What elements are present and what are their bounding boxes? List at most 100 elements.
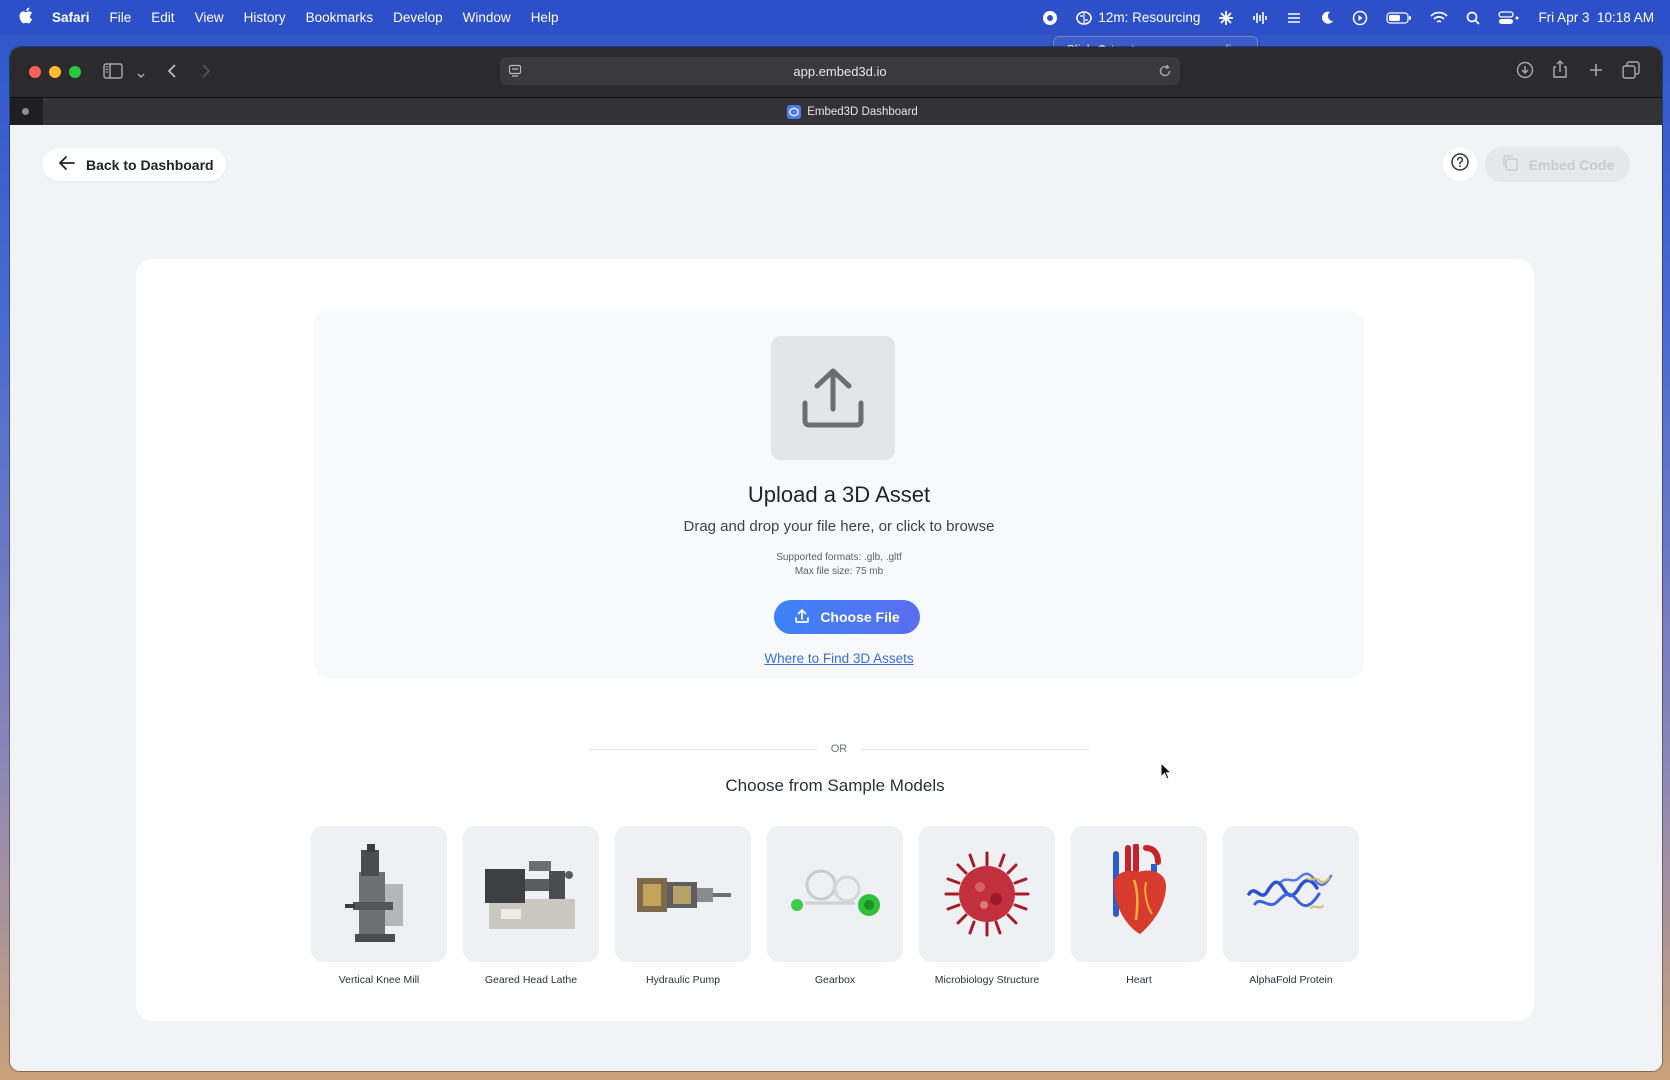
where-link-text[interactable]: Where to Find 3D Assets xyxy=(764,651,913,666)
choose-file-button[interactable]: Choose File xyxy=(774,600,920,634)
sample-models-title: Choose from Sample Models xyxy=(725,776,945,795)
sample-label: Vertical Knee Mill xyxy=(338,974,420,986)
back-to-dashboard-button[interactable]: Back to Dashboard xyxy=(42,148,226,181)
sample-geared-head-lathe[interactable]: Geared Head Lathe xyxy=(463,826,599,986)
arrow-left-icon xyxy=(58,155,76,174)
upload-illustration xyxy=(771,336,895,460)
gearbox-icon[interactable] xyxy=(767,826,903,962)
forward-nav-icon[interactable] xyxy=(200,63,212,84)
menu-view[interactable]: View xyxy=(195,10,224,25)
window-controls xyxy=(29,66,81,78)
upload-subtitle: Drag and drop your file here, or click t… xyxy=(683,518,995,535)
tab-bar: Embed3D Dashboard xyxy=(10,97,1662,126)
mill-icon[interactable] xyxy=(311,826,447,962)
divider-line-right xyxy=(861,748,1089,750)
menu-edit[interactable]: Edit xyxy=(151,10,174,25)
close-window-button[interactable] xyxy=(29,66,41,78)
sample-gearbox[interactable]: Gearbox xyxy=(767,826,903,986)
sample-hydraulic-pump[interactable]: Hydraulic Pump xyxy=(615,826,751,986)
copy-icon xyxy=(1501,154,1519,175)
menu-history[interactable]: History xyxy=(244,10,286,25)
share-icon[interactable] xyxy=(1552,59,1568,84)
back-nav-icon[interactable] xyxy=(166,63,178,84)
divider-line-left xyxy=(589,748,817,750)
sparkle-icon[interactable] xyxy=(1218,10,1234,26)
apple-menu-icon[interactable] xyxy=(0,7,52,29)
upload-card: Upload a 3D Asset Drag and drop your fil… xyxy=(136,259,1534,1021)
new-tab-icon[interactable] xyxy=(1588,62,1604,83)
sample-heart[interactable]: Heart xyxy=(1071,826,1207,986)
sample-label: Geared Head Lathe xyxy=(484,974,578,986)
or-divider: OR xyxy=(589,742,1089,756)
upload-icon xyxy=(794,608,810,627)
heart-icon[interactable] xyxy=(1071,826,1207,962)
menu-file[interactable]: File xyxy=(110,10,132,25)
focus-timer-status[interactable]: 12m: Resourcing xyxy=(1076,10,1200,25)
menu-bookmarks[interactable]: Bookmarks xyxy=(306,10,374,25)
url-text: app.embed3d.io xyxy=(793,63,887,79)
sample-alphafold-protein[interactable]: AlphaFold Protein xyxy=(1223,826,1359,986)
lathe-icon[interactable] xyxy=(463,826,599,962)
help-button[interactable] xyxy=(1443,147,1477,181)
pump-icon[interactable] xyxy=(615,826,751,962)
reload-icon[interactable] xyxy=(1158,64,1172,81)
sample-vertical-knee-mill[interactable]: Vertical Knee Mill xyxy=(311,826,447,986)
spotlight-search-icon[interactable] xyxy=(1466,11,1481,25)
macos-menubar: Safari File Edit View History Bookmarks … xyxy=(0,0,1670,35)
brain-icon xyxy=(1076,10,1093,25)
sample-label: Microbiology Structure xyxy=(934,974,1040,986)
downloads-icon[interactable] xyxy=(1516,61,1534,84)
sidebar-toggle-icon[interactable] xyxy=(103,63,123,84)
embed3d-favicon-icon xyxy=(787,105,802,119)
upload-title: Upload a 3D Asset xyxy=(747,482,931,507)
upload-tray-icon xyxy=(802,368,864,428)
moon-icon[interactable] xyxy=(1320,11,1334,25)
menubar-status-area: 12m: Resourcing Fri Apr 3 10:18 AM xyxy=(1042,0,1654,35)
focus-timer-text: 12m: Resourcing xyxy=(1098,10,1201,25)
sample-label: Heart xyxy=(1126,974,1152,986)
or-label: OR xyxy=(830,743,848,755)
sample-microbiology-structure[interactable]: Microbiology Structure xyxy=(919,826,1055,986)
embed-code-button[interactable]: Embed Code xyxy=(1485,147,1630,182)
battery-icon[interactable] xyxy=(1386,11,1412,24)
embed-code-label: Embed Code xyxy=(1528,156,1615,173)
menu-develop[interactable]: Develop xyxy=(393,10,443,25)
tab-overview-icon[interactable] xyxy=(1622,61,1640,84)
sample-models-list: Vertical Knee Mill Geared Head Lathe Hyd… xyxy=(311,826,1359,986)
supported-formats-text: Supported formats: .glb, .gltf xyxy=(776,552,902,563)
stack-icon[interactable] xyxy=(1286,11,1302,25)
audio-waveform-icon[interactable] xyxy=(1252,11,1268,25)
virus-icon[interactable] xyxy=(919,826,1055,962)
screen-recording-icon[interactable] xyxy=(1042,10,1058,26)
file-drop-zone[interactable]: Upload a 3D Asset Drag and drop your fil… xyxy=(314,311,1364,678)
where-to-find-assets-link[interactable]: Where to Find 3D Assets xyxy=(314,651,1364,666)
back-button-label: Back to Dashboard xyxy=(86,156,214,173)
play-circle-icon[interactable] xyxy=(1352,10,1368,26)
menu-app-name[interactable]: Safari xyxy=(52,10,90,25)
browser-toolbar: app.embed3d.io xyxy=(10,47,1662,97)
page-content: Back to Dashboard Embed Code Upload a 3D… xyxy=(10,125,1662,1071)
menubar-clock[interactable]: Fri Apr 3 10:18 AM xyxy=(1538,10,1654,25)
address-bar[interactable]: app.embed3d.io xyxy=(500,57,1180,85)
question-circle-icon xyxy=(1450,152,1470,177)
zoom-window-button[interactable] xyxy=(69,66,81,78)
sample-label: AlphaFold Protein xyxy=(1249,974,1333,986)
safari-window: app.embed3d.io Embed3D Dashboard Back to… xyxy=(10,47,1662,1071)
protein-icon[interactable] xyxy=(1223,826,1359,962)
max-file-size-text: Max file size: 75 mb xyxy=(794,566,884,577)
mouse-pointer-icon xyxy=(1160,761,1173,785)
sample-label: Gearbox xyxy=(814,974,856,986)
upload-requirements: Supported formats: .glb, .gltf Max file … xyxy=(314,551,1364,579)
sample-label: Hydraulic Pump xyxy=(645,974,721,986)
tab-embed3d-dashboard[interactable]: Embed3D Dashboard xyxy=(43,98,1662,126)
wifi-icon[interactable] xyxy=(1430,11,1449,24)
tab-title: Embed3D Dashboard xyxy=(807,106,918,118)
minimize-window-button[interactable] xyxy=(49,66,61,78)
sidebar-menu-chevron-icon[interactable] xyxy=(136,67,146,85)
choose-file-label: Choose File xyxy=(820,609,900,625)
control-center-icon[interactable] xyxy=(1498,10,1520,25)
menu-help[interactable]: Help xyxy=(531,10,559,25)
menu-window[interactable]: Window xyxy=(463,10,511,25)
page-menu-icon[interactable] xyxy=(508,64,522,81)
tab-group-dot-icon[interactable] xyxy=(22,108,29,115)
